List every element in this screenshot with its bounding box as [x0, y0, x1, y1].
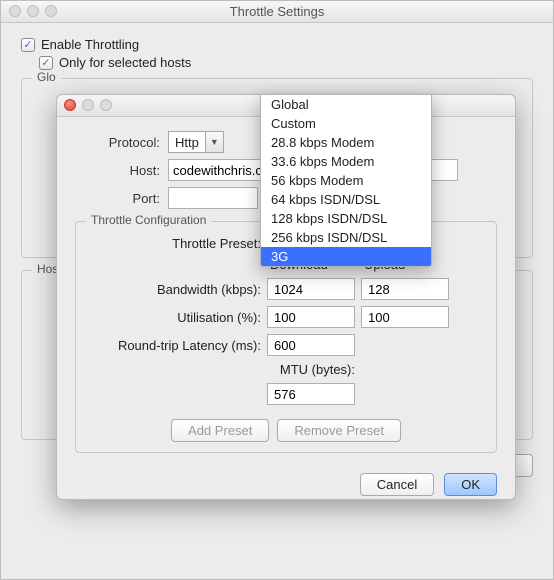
only-selected-label: Only for selected hosts [59, 55, 191, 70]
dialog-cancel-button[interactable]: Cancel [360, 473, 434, 496]
mtu-input[interactable] [267, 383, 355, 405]
preset-option[interactable]: 28.8 kbps Modem [261, 133, 431, 152]
add-preset-button[interactable]: Add Preset [171, 419, 269, 442]
preset-option[interactable]: 33.6 kbps Modem [261, 152, 431, 171]
zoom-icon[interactable] [100, 99, 112, 111]
traffic-lights [9, 5, 57, 17]
preset-option[interactable]: 64 kbps ISDN/DSL [261, 190, 431, 209]
preset-dropdown-list[interactable]: GlobalCustom28.8 kbps Modem33.6 kbps Mod… [260, 94, 432, 267]
port-input[interactable] [168, 187, 258, 209]
checkbox-checked-icon[interactable]: ✓ [39, 56, 53, 70]
zoom-icon[interactable] [45, 5, 57, 17]
window-title: Throttle Settings [230, 4, 325, 19]
minimize-icon[interactable] [82, 99, 94, 111]
dialog-footer: Cancel OK [75, 473, 497, 496]
enable-throttling-row[interactable]: ✓ Enable Throttling [21, 37, 533, 52]
remove-preset-button[interactable]: Remove Preset [277, 419, 401, 442]
utilisation-download-input[interactable] [267, 306, 355, 328]
parent-titlebar: Throttle Settings [1, 1, 553, 23]
chevron-down-icon[interactable]: ▼ [206, 131, 224, 153]
bandwidth-download-input[interactable] [267, 278, 355, 300]
only-selected-row[interactable]: ✓ Only for selected hosts [39, 55, 533, 70]
utilisation-upload-input[interactable] [361, 306, 449, 328]
protocol-value: Http [168, 131, 206, 153]
preset-option[interactable]: 56 kbps Modem [261, 171, 431, 190]
preset-option[interactable]: Global [261, 95, 431, 114]
rtt-label: Round-trip Latency (ms): [86, 338, 261, 353]
preset-option[interactable]: 128 kbps ISDN/DSL [261, 209, 431, 228]
global-group-title: Glo [32, 70, 61, 84]
preset-option[interactable]: 3G [261, 247, 431, 266]
preset-button-row: Add Preset Remove Preset [86, 419, 486, 442]
utilisation-label: Utilisation (%): [86, 310, 261, 325]
dialog-traffic-lights [64, 99, 112, 111]
minimize-icon[interactable] [27, 5, 39, 17]
enable-throttling-label: Enable Throttling [41, 37, 139, 52]
config-title: Throttle Configuration [86, 213, 211, 227]
bandwidth-upload-input[interactable] [361, 278, 449, 300]
host-label: Host: [75, 163, 160, 178]
close-icon[interactable] [64, 99, 76, 111]
mtu-label: MTU (bytes): [267, 362, 355, 377]
bandwidth-label: Bandwidth (kbps): [86, 282, 261, 297]
preset-option[interactable]: 256 kbps ISDN/DSL [261, 228, 431, 247]
port-label: Port: [75, 191, 160, 206]
protocol-label: Protocol: [75, 135, 160, 150]
checkbox-checked-icon[interactable]: ✓ [21, 38, 35, 52]
preset-option[interactable]: Custom [261, 114, 431, 133]
protocol-dropdown[interactable]: Http ▼ [168, 131, 224, 153]
close-icon[interactable] [9, 5, 21, 17]
dialog-ok-button[interactable]: OK [444, 473, 497, 496]
rtt-input[interactable] [267, 334, 355, 356]
preset-label: Throttle Preset: [86, 236, 261, 251]
